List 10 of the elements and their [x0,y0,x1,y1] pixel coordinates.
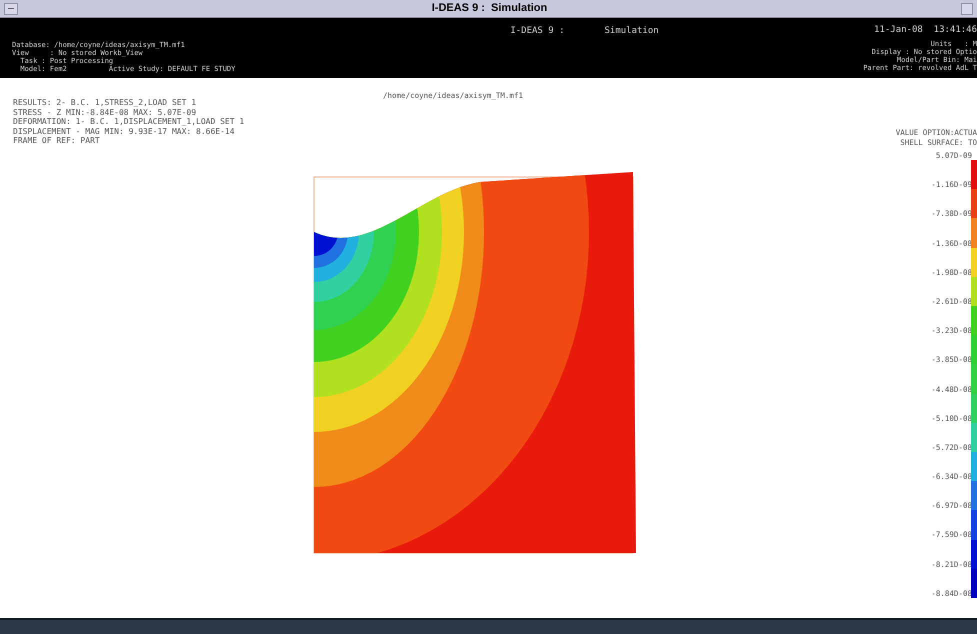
date-time: 11-Jan-08 13:41:46 [874,25,977,35]
app-name: I-DEAS 9 : [510,26,564,38]
result-line: FRAME OF REF: PART [13,136,101,146]
result-line: RESULTS: 2- B.C. 1,STRESS_2,LOAD SET 1 [13,98,198,108]
task-name: Simulation [604,26,659,38]
result-line: STRESS - Z MIN:-8.84E-08 MAX: 5.07E-09 [13,108,198,117]
result-line: DEFORMATION: 1- B.C. 1,DISPLACEMENT_1,LOAD SET 1 [13,117,244,126]
window-menu-icon[interactable] [4,2,18,14]
window-title: I-DEAS 9 : Simulation [430,1,548,16]
result-line: DISPLACEMENT - MAG MIN: 9.93E-17 MAX: 8.66E-14 [13,126,236,136]
